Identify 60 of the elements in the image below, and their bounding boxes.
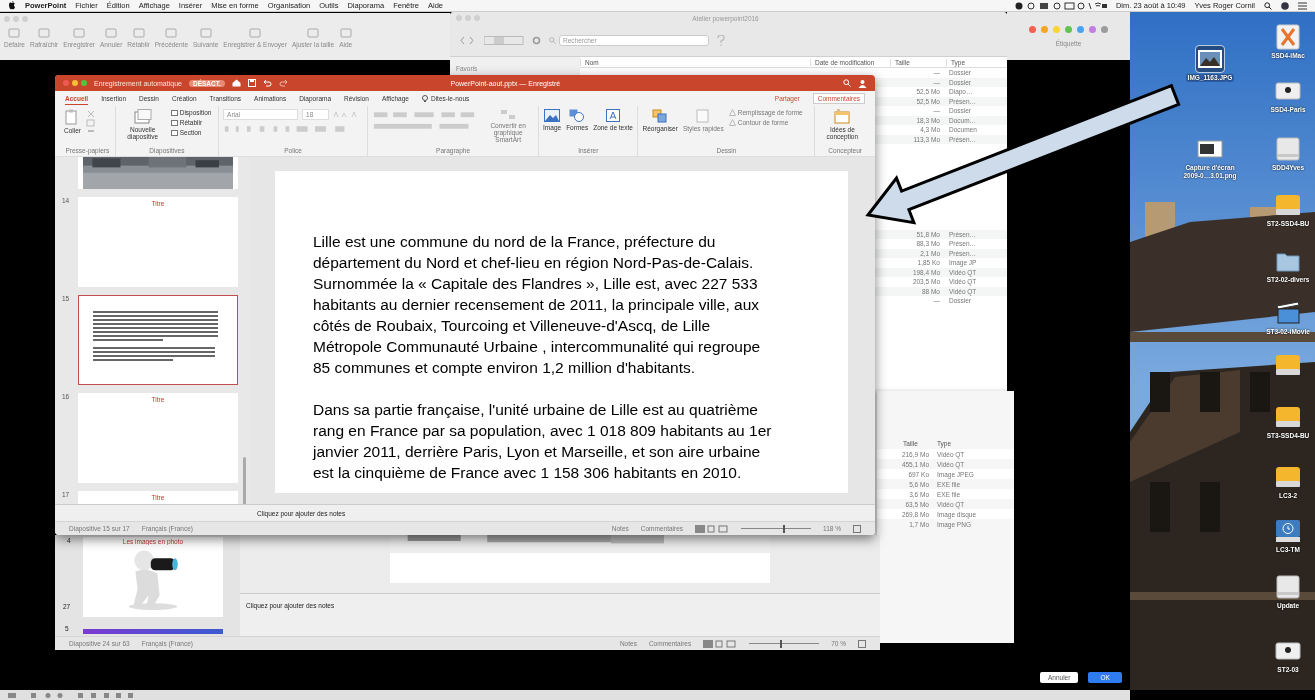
- status-icons-drawing[interactable]: [1014, 1, 1107, 10]
- tag-dot[interactable]: [1029, 25, 1036, 33]
- square-icon[interactable]: [165, 28, 178, 38]
- tag-dot[interactable]: [1077, 25, 1084, 33]
- drive-icon[interactable]: [1274, 192, 1302, 218]
- tag-dot[interactable]: [1089, 25, 1096, 33]
- fit-icon[interactable]: [853, 524, 861, 533]
- image-icon[interactable]: [544, 109, 561, 122]
- tag-dot[interactable]: [1065, 25, 1072, 33]
- user-icon[interactable]: [858, 78, 867, 88]
- shapes-icon[interactable]: [569, 109, 586, 122]
- drive-icon[interactable]: [1274, 352, 1302, 378]
- menu-list-icon[interactable]: [1298, 1, 1307, 10]
- clapperboard-icon[interactable]: [1274, 300, 1302, 326]
- slide-thumbnail[interactable]: [83, 629, 223, 634]
- back-forward-icon[interactable]: [458, 35, 476, 45]
- gear-icon[interactable]: [532, 35, 541, 45]
- fit-icon[interactable]: [858, 639, 866, 648]
- clock-drive-icon[interactable]: [1274, 518, 1302, 544]
- save-icon[interactable]: [247, 79, 256, 87]
- slide-paragraph[interactable]: Dans sa partie française, l'unité urbaine de Lille est au quatrième rang en France par sa population, avec 1 018 809 habitants au 1er janvier 2011, derrière Paris, Lyon et Marseille, et son aire urbaine est la cinquième de France avec 1 158 306 habitants en 2010.: [313, 399, 778, 483]
- square-icon[interactable]: [199, 28, 212, 38]
- apple-icon[interactable]: [8, 1, 16, 10]
- square-icon[interactable]: [307, 28, 320, 38]
- slide-thumbnail[interactable]: [78, 295, 238, 385]
- square-icon[interactable]: [38, 28, 51, 38]
- square-icon[interactable]: [73, 28, 86, 38]
- square-icon[interactable]: [249, 28, 262, 38]
- view-icon[interactable]: [484, 35, 524, 45]
- square-icon[interactable]: [132, 28, 145, 38]
- undo-icon[interactable]: [262, 79, 272, 87]
- view-buttons-icon[interactable]: [703, 639, 738, 648]
- lightbulb-icon[interactable]: [421, 94, 428, 103]
- drive-icon[interactable]: [1274, 404, 1302, 430]
- slide-canvas[interactable]: [275, 171, 848, 493]
- new-slide-icon[interactable]: [133, 109, 152, 124]
- tag-dot[interactable]: [1101, 25, 1108, 33]
- search-icon[interactable]: [1264, 1, 1272, 10]
- drive-icon[interactable]: [1274, 464, 1302, 490]
- redo-icon[interactable]: [278, 79, 288, 87]
- zoom-slider[interactable]: [749, 639, 820, 648]
- clipboard-tools-icon[interactable]: [86, 109, 96, 135]
- tag-dot[interactable]: [1041, 25, 1048, 33]
- app-icon[interactable]: [1274, 24, 1302, 50]
- square-icon[interactable]: [105, 28, 118, 38]
- home-icon[interactable]: [231, 79, 241, 87]
- zoom-slider[interactable]: [741, 524, 812, 533]
- view-buttons-icon[interactable]: [695, 524, 730, 533]
- image-file-icon[interactable]: [1196, 46, 1224, 72]
- square-icon[interactable]: [339, 28, 352, 38]
- design-ideas-icon[interactable]: [834, 109, 851, 124]
- help-icon[interactable]: [717, 34, 725, 46]
- arrange-icon[interactable]: [652, 109, 669, 123]
- siri-icon[interactable]: [1281, 1, 1289, 10]
- drive-icon[interactable]: [1274, 574, 1302, 600]
- text-box-icon[interactable]: [606, 109, 621, 122]
- slide-paragraph[interactable]: Lille est une commune du nord de la France, préfecture du département du Nord et chef-lieu en région Nord-Pas-de-Calais. Surnommée la « Capitale des Flandres », Lille est, avec 227 533 habitants au dernier recensement de 2011, la principale ville, aux côtés de Roubaix, Tourcoing et Villeneuve-d'Ascq, de Lille Métropole Communauté Urbaine , intercommunalité qui regroupe 85 communes et compte environ 1,2 million d'habitants.: [313, 231, 778, 378]
- square-icon[interactable]: [8, 28, 21, 38]
- tag-dot[interactable]: [1053, 25, 1060, 33]
- search-icon: [549, 36, 556, 44]
